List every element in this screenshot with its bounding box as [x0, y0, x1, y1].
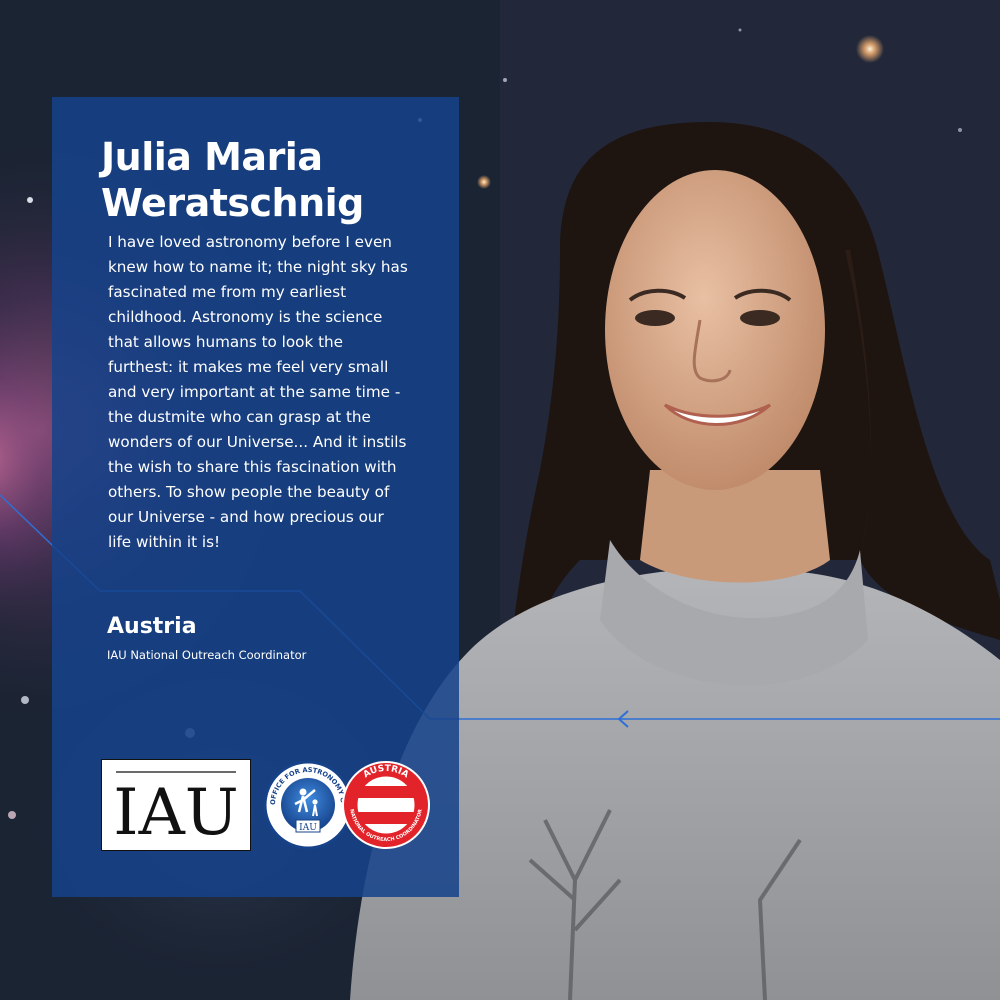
person-country: Austria: [107, 614, 197, 639]
person-name: Julia Maria Weratschnig: [101, 135, 364, 225]
person-role: IAU National Outreach Coordinator: [107, 648, 307, 662]
iau-logo-text: IAU: [113, 776, 238, 850]
austria-coordinator-logo: AUSTRIA NATIONAL OUTREACH COORDINATOR: [341, 760, 431, 850]
outreach-office-logo: OFFICE FOR ASTRONOMY OUTREACH IAU: [260, 754, 353, 850]
iau-logo: IAU: [101, 759, 251, 851]
person-quote: I have loved astronomy before I even kne…: [108, 233, 408, 551]
star: [856, 35, 884, 63]
outreach-badge-text: IAU: [299, 823, 317, 833]
face: [605, 170, 825, 490]
